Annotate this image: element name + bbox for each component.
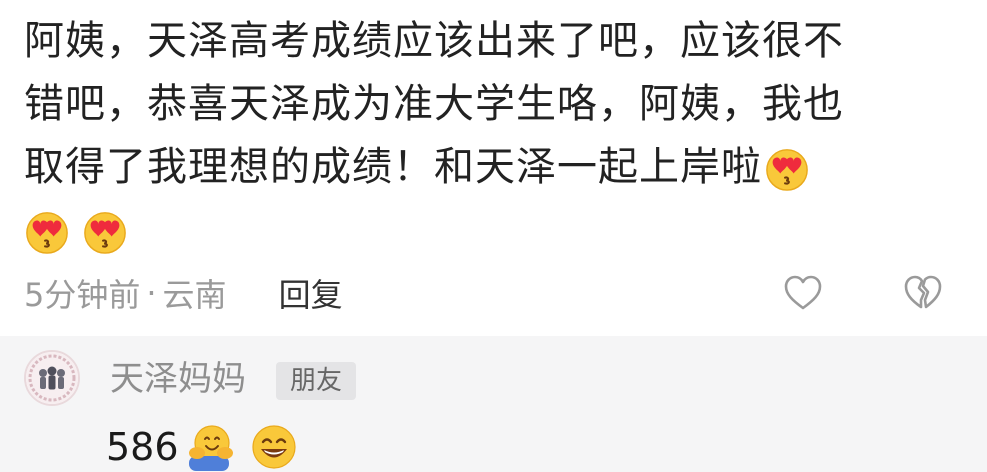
comment-body: 阿姨，天泽高考成绩应该出来了吧，应该很不 错吧，恭喜天泽成为准大学生咯，阿姨，我…	[24, 10, 944, 262]
comment-timestamp: 5分钟前	[24, 276, 141, 314]
meta-separator: ·	[146, 274, 157, 312]
heart-eyes-kiss-emoji-icon	[84, 212, 126, 254]
reply-content: 586	[106, 422, 299, 472]
comment-line-2: 错吧，恭喜天泽成为准大学生咯，阿姨，我也	[24, 81, 844, 127]
hugging-face-emoji-icon	[188, 425, 233, 471]
comment-emoji-row	[24, 199, 944, 262]
comment-line-1: 阿姨，天泽高考成绩应该出来了吧，应该很不	[24, 18, 844, 64]
family-avatar-icon	[26, 352, 78, 404]
comment-location: 云南	[162, 276, 227, 314]
reply-author-name[interactable]: 天泽妈妈	[110, 356, 246, 402]
heart-eyes-kiss-emoji-icon	[26, 212, 68, 254]
grinning-face-emoji-icon	[251, 425, 296, 469]
reply-button[interactable]: 回复	[279, 270, 343, 316]
dislike-broken-heart-icon[interactable]	[902, 272, 944, 314]
comment-meta-row: 5分钟前 · 云南 回复	[24, 268, 343, 318]
comment-line-3: 取得了我理想的成绩！和天泽一起上岸啦	[24, 136, 944, 199]
heart-eyes-kiss-emoji-icon	[766, 149, 808, 191]
reply-text: 586	[106, 425, 179, 469]
reply-block: 天泽妈妈 朋友 586	[0, 336, 987, 472]
comment-thread-screen: 阿姨，天泽高考成绩应该出来了吧，应该很不 错吧，恭喜天泽成为准大学生咯，阿姨，我…	[0, 0, 987, 472]
comment-line-3-text: 取得了我理想的成绩！和天泽一起上岸啦	[24, 144, 762, 190]
friend-badge: 朋友	[276, 362, 357, 400]
like-heart-icon[interactable]	[782, 272, 824, 314]
avatar[interactable]	[24, 350, 80, 406]
